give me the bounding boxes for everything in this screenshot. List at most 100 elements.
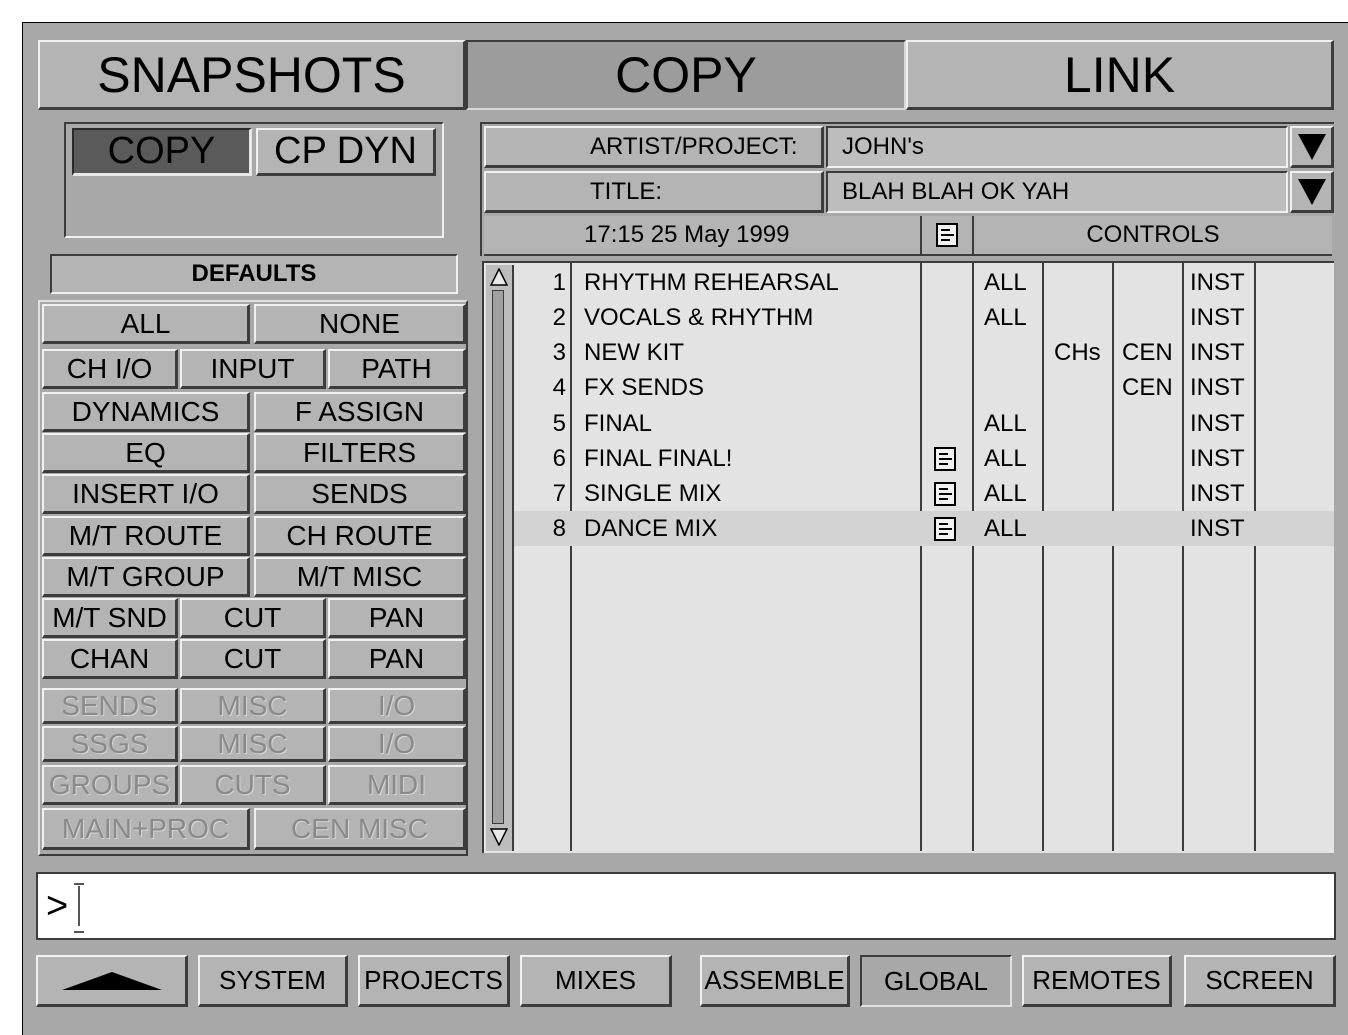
dropdown-arrow-icon [1297, 178, 1326, 205]
scroll-up-icon[interactable] [489, 268, 509, 288]
mt-snd-button[interactable]: M/T SND [42, 598, 178, 638]
title-dropdown-button[interactable] [1290, 171, 1334, 213]
row-number: 3 [552, 338, 566, 366]
dynamics-button[interactable]: DYNAMICS [42, 392, 250, 432]
row-name: FX SENDS [584, 373, 705, 401]
row-name: FINAL [584, 409, 653, 437]
chan-pan-button[interactable]: PAN [328, 639, 466, 679]
main-proc-disabled-button: MAIN+PROC [42, 808, 250, 850]
ch-route-button[interactable]: CH ROUTE [254, 516, 466, 556]
remotes-button[interactable]: REMOTES [1022, 955, 1172, 1007]
mt-group-button[interactable]: M/T GROUP [42, 557, 250, 597]
row-name: DANCE MIX [584, 514, 718, 542]
row-number: 6 [552, 444, 566, 472]
insert-io-button[interactable]: INSERT I/O [42, 474, 250, 514]
sends-button[interactable]: SENDS [254, 474, 466, 514]
assemble-button[interactable]: ASSEMBLE [700, 955, 850, 1007]
snapshot-row[interactable]: 2 VOCALS & RHYTHM ALL INST [514, 300, 1334, 335]
mt-cut-button[interactable]: CUT [180, 598, 326, 638]
tab-copy[interactable]: COPY [466, 40, 906, 110]
snapshot-row[interactable]: 5 FINAL ALL INST [514, 406, 1334, 441]
mt-route-button[interactable]: M/T ROUTE [42, 516, 250, 556]
row-number: 5 [552, 409, 566, 437]
note-icon [934, 481, 956, 506]
row-number: 7 [552, 479, 566, 507]
mt-pan-button[interactable]: PAN [328, 598, 466, 638]
all-button[interactable]: ALL [42, 304, 250, 344]
row-c4: INST [1190, 373, 1245, 401]
chan-button[interactable]: CHAN [42, 639, 178, 679]
scroll-thumb[interactable] [492, 290, 504, 824]
row-c1: ALL [984, 444, 1027, 472]
row-name: NEW KIT [584, 338, 684, 366]
global-button[interactable]: GLOBAL [860, 955, 1012, 1007]
row-c4: INST [1190, 338, 1245, 366]
tab-snapshots[interactable]: SNAPSHOTS [38, 40, 466, 110]
command-line-input[interactable]: > [36, 872, 1336, 940]
artist-project-field[interactable]: JOHN's [826, 126, 1288, 168]
misc-disabled-button: MISC [180, 688, 326, 724]
text-cursor-icon [74, 883, 85, 933]
groups-disabled-button: GROUPS [42, 765, 178, 805]
snapshot-row-selected[interactable]: 8 DANCE MIX ALL INST [514, 511, 1334, 546]
row-c1: ALL [984, 268, 1027, 296]
snapshot-row[interactable]: 4 FX SENDS CEN INST [514, 370, 1334, 405]
projects-button[interactable]: PROJECTS [358, 955, 510, 1007]
none-button[interactable]: NONE [254, 304, 466, 344]
row-c1: ALL [984, 514, 1027, 542]
f-assign-button[interactable]: F ASSIGN [254, 392, 466, 432]
input-button[interactable]: INPUT [180, 349, 326, 389]
ch-io-button[interactable]: CH I/O [42, 349, 178, 389]
title-field[interactable]: BLAH BLAH OK YAH [826, 171, 1288, 213]
row-c1: ALL [984, 303, 1027, 331]
system-button[interactable]: SYSTEM [198, 955, 348, 1007]
chan-cut-button[interactable]: CUT [180, 639, 326, 679]
row-note[interactable] [934, 511, 956, 546]
cen-misc-disabled-button: CEN MISC [254, 808, 466, 850]
midi-disabled-button: MIDI [328, 765, 466, 805]
cp-dyn-button[interactable]: CP DYN [256, 128, 436, 176]
row-c1: ALL [984, 479, 1027, 507]
row-c4: INST [1190, 479, 1245, 507]
snapshot-row[interactable]: 3 NEW KIT CHs CEN INST [514, 335, 1334, 370]
io-disabled-button: I/O [328, 688, 466, 724]
copy-mode-button[interactable]: COPY [72, 128, 252, 176]
sends-disabled-button: SENDS [42, 688, 178, 724]
row-name: VOCALS & RHYTHM [584, 303, 814, 331]
mt-misc-button[interactable]: M/T MISC [254, 557, 466, 597]
note-icon [934, 516, 956, 541]
mixes-button[interactable]: MIXES [520, 955, 672, 1007]
row-name: SINGLE MIX [584, 479, 722, 507]
cuts-disabled-button: CUTS [180, 765, 326, 805]
title-label: TITLE: [484, 171, 824, 213]
row-c2: CHs [1054, 338, 1101, 366]
row-number: 1 [552, 268, 566, 296]
row-c3: CEN [1122, 373, 1173, 401]
snapshot-row[interactable]: 7 SINGLE MIX ALL INST [514, 476, 1334, 511]
io2-disabled-button: I/O [328, 726, 466, 762]
row-note[interactable] [934, 476, 956, 511]
up-arrow-button[interactable] [36, 955, 188, 1007]
scroll-down-icon[interactable] [489, 826, 509, 846]
screen-button[interactable]: SCREEN [1184, 955, 1336, 1007]
tab-link[interactable]: LINK [906, 40, 1334, 110]
artist-project-label: ARTIST/PROJECT: [484, 126, 824, 168]
snapshot-row[interactable]: 1 RHYTHM REHEARSAL ALL INST [514, 265, 1334, 300]
row-c4: INST [1190, 409, 1245, 437]
snapshot-row[interactable]: 6 FINAL FINAL! ALL INST [514, 441, 1334, 476]
row-note[interactable] [934, 441, 956, 476]
path-button[interactable]: PATH [328, 349, 466, 389]
notes-column-header[interactable] [922, 216, 974, 256]
row-c1: ALL [984, 409, 1027, 437]
eq-button[interactable]: EQ [42, 433, 250, 473]
row-number: 8 [552, 514, 566, 542]
dropdown-arrow-icon [1297, 133, 1326, 160]
note-icon [936, 223, 958, 247]
row-name: RHYTHM REHEARSAL [584, 268, 839, 296]
row-c4: INST [1190, 303, 1245, 331]
filters-button[interactable]: FILTERS [254, 433, 466, 473]
misc2-disabled-button: MISC [180, 726, 326, 762]
up-arrow-icon [61, 971, 162, 990]
ssgs-disabled-button: SSGS [42, 726, 178, 762]
artist-dropdown-button[interactable] [1290, 126, 1334, 168]
